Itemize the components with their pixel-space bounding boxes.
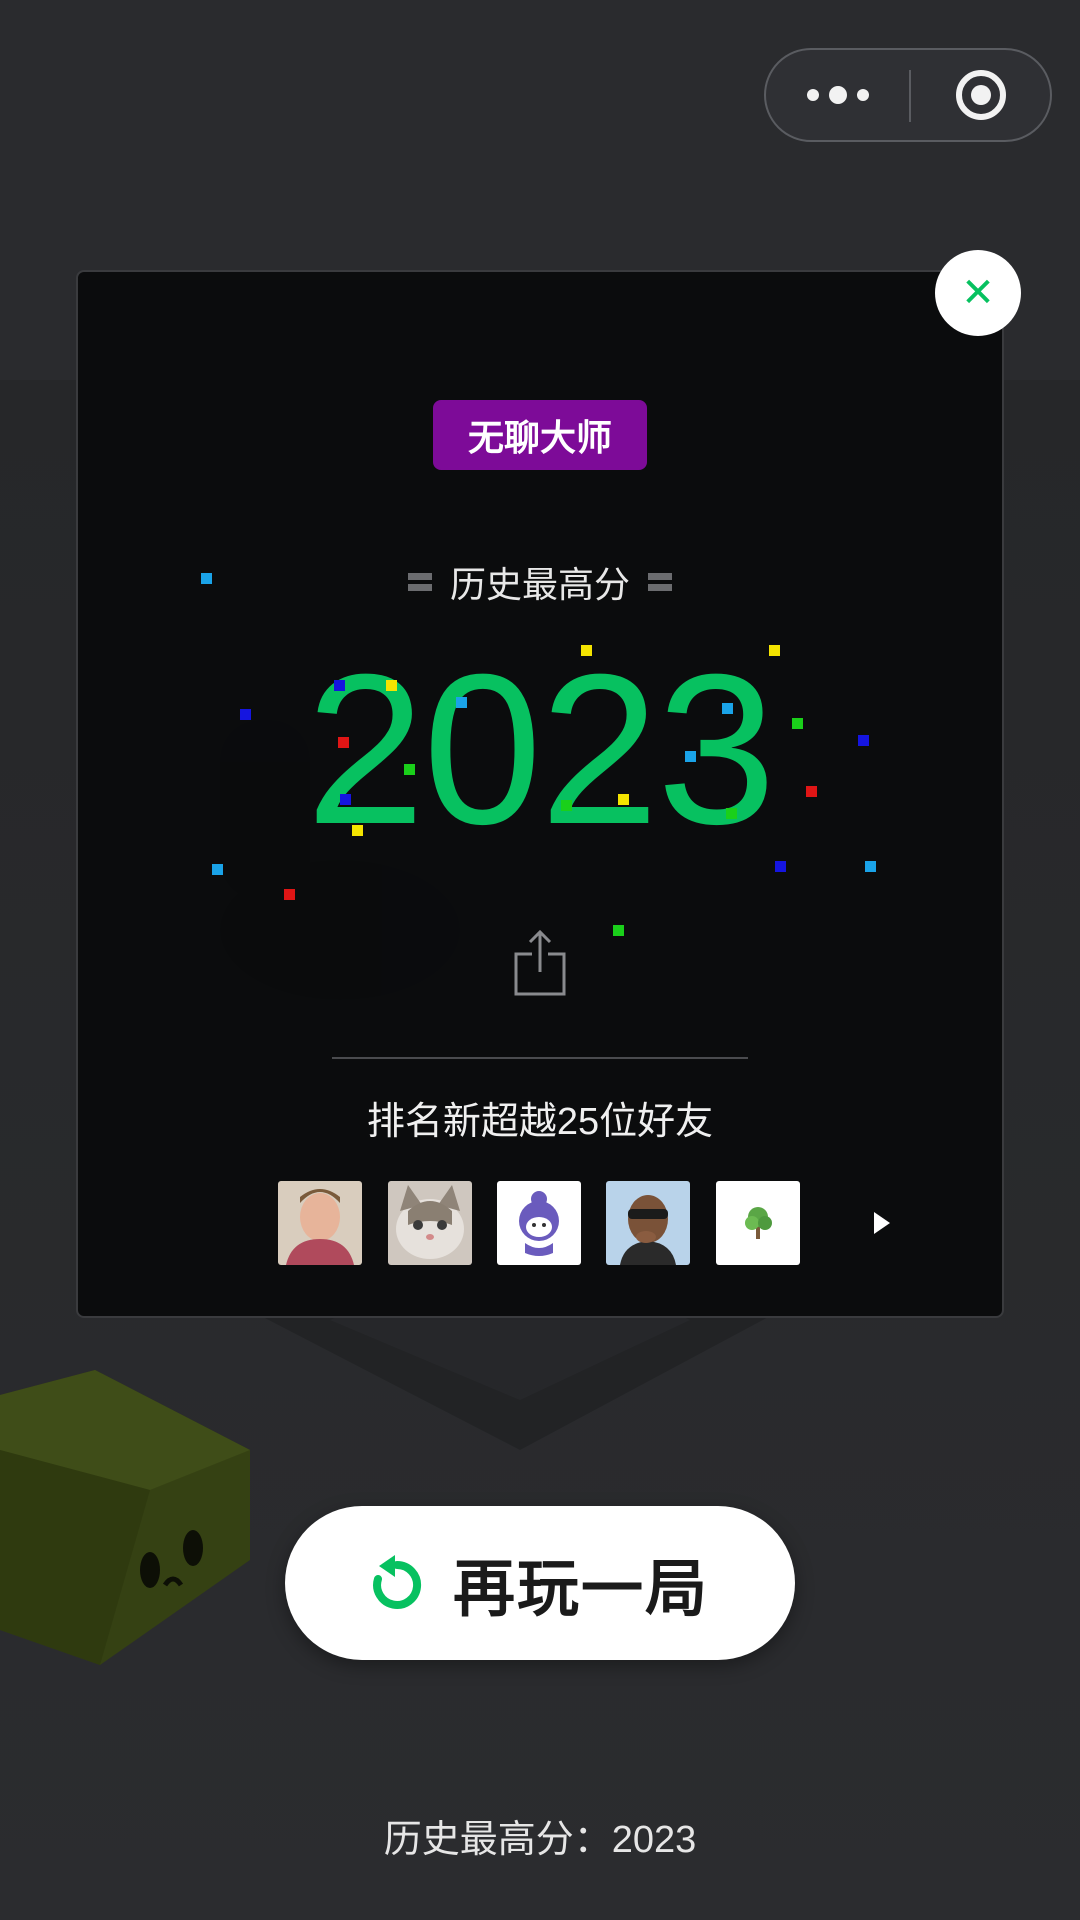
friend-avatar[interactable]: [716, 1181, 800, 1265]
friend-avatar[interactable]: [388, 1181, 472, 1265]
close-icon: ✕: [961, 271, 995, 315]
friend-avatar[interactable]: [278, 1181, 362, 1265]
replay-icon: [373, 1555, 421, 1609]
title-badge: 无聊大师: [433, 400, 647, 470]
play-again-label: 再玩一局: [452, 1555, 709, 1624]
exit-icon[interactable]: [956, 70, 1006, 120]
decor-right-icon: [648, 571, 672, 593]
rank-text: 排名新超越25位好友: [366, 1101, 714, 1143]
close-button[interactable]: ✕: [935, 250, 1021, 336]
capsule-divider: [909, 70, 911, 122]
best-score-heading: 历史最高分: [0, 556, 1080, 608]
best-score-value: 2023: [305, 630, 776, 869]
more-icon[interactable]: [766, 50, 910, 140]
share-icon: [514, 929, 566, 996]
green-box: [0, 1370, 250, 1665]
mini-program-capsule: [764, 48, 1052, 142]
footer-best-score: 历史最高分：2023: [383, 1819, 697, 1861]
panel-divider: [332, 1057, 748, 1059]
best-score-label: 历史最高分: [449, 564, 630, 605]
share-button[interactable]: [510, 928, 570, 998]
play-again-button[interactable]: 再玩一局: [285, 1506, 795, 1660]
decor-left-icon: [407, 571, 432, 593]
friend-avatar[interactable]: [606, 1181, 690, 1265]
friend-avatar[interactable]: [497, 1181, 581, 1265]
chevron-right-icon[interactable]: [874, 1212, 890, 1234]
